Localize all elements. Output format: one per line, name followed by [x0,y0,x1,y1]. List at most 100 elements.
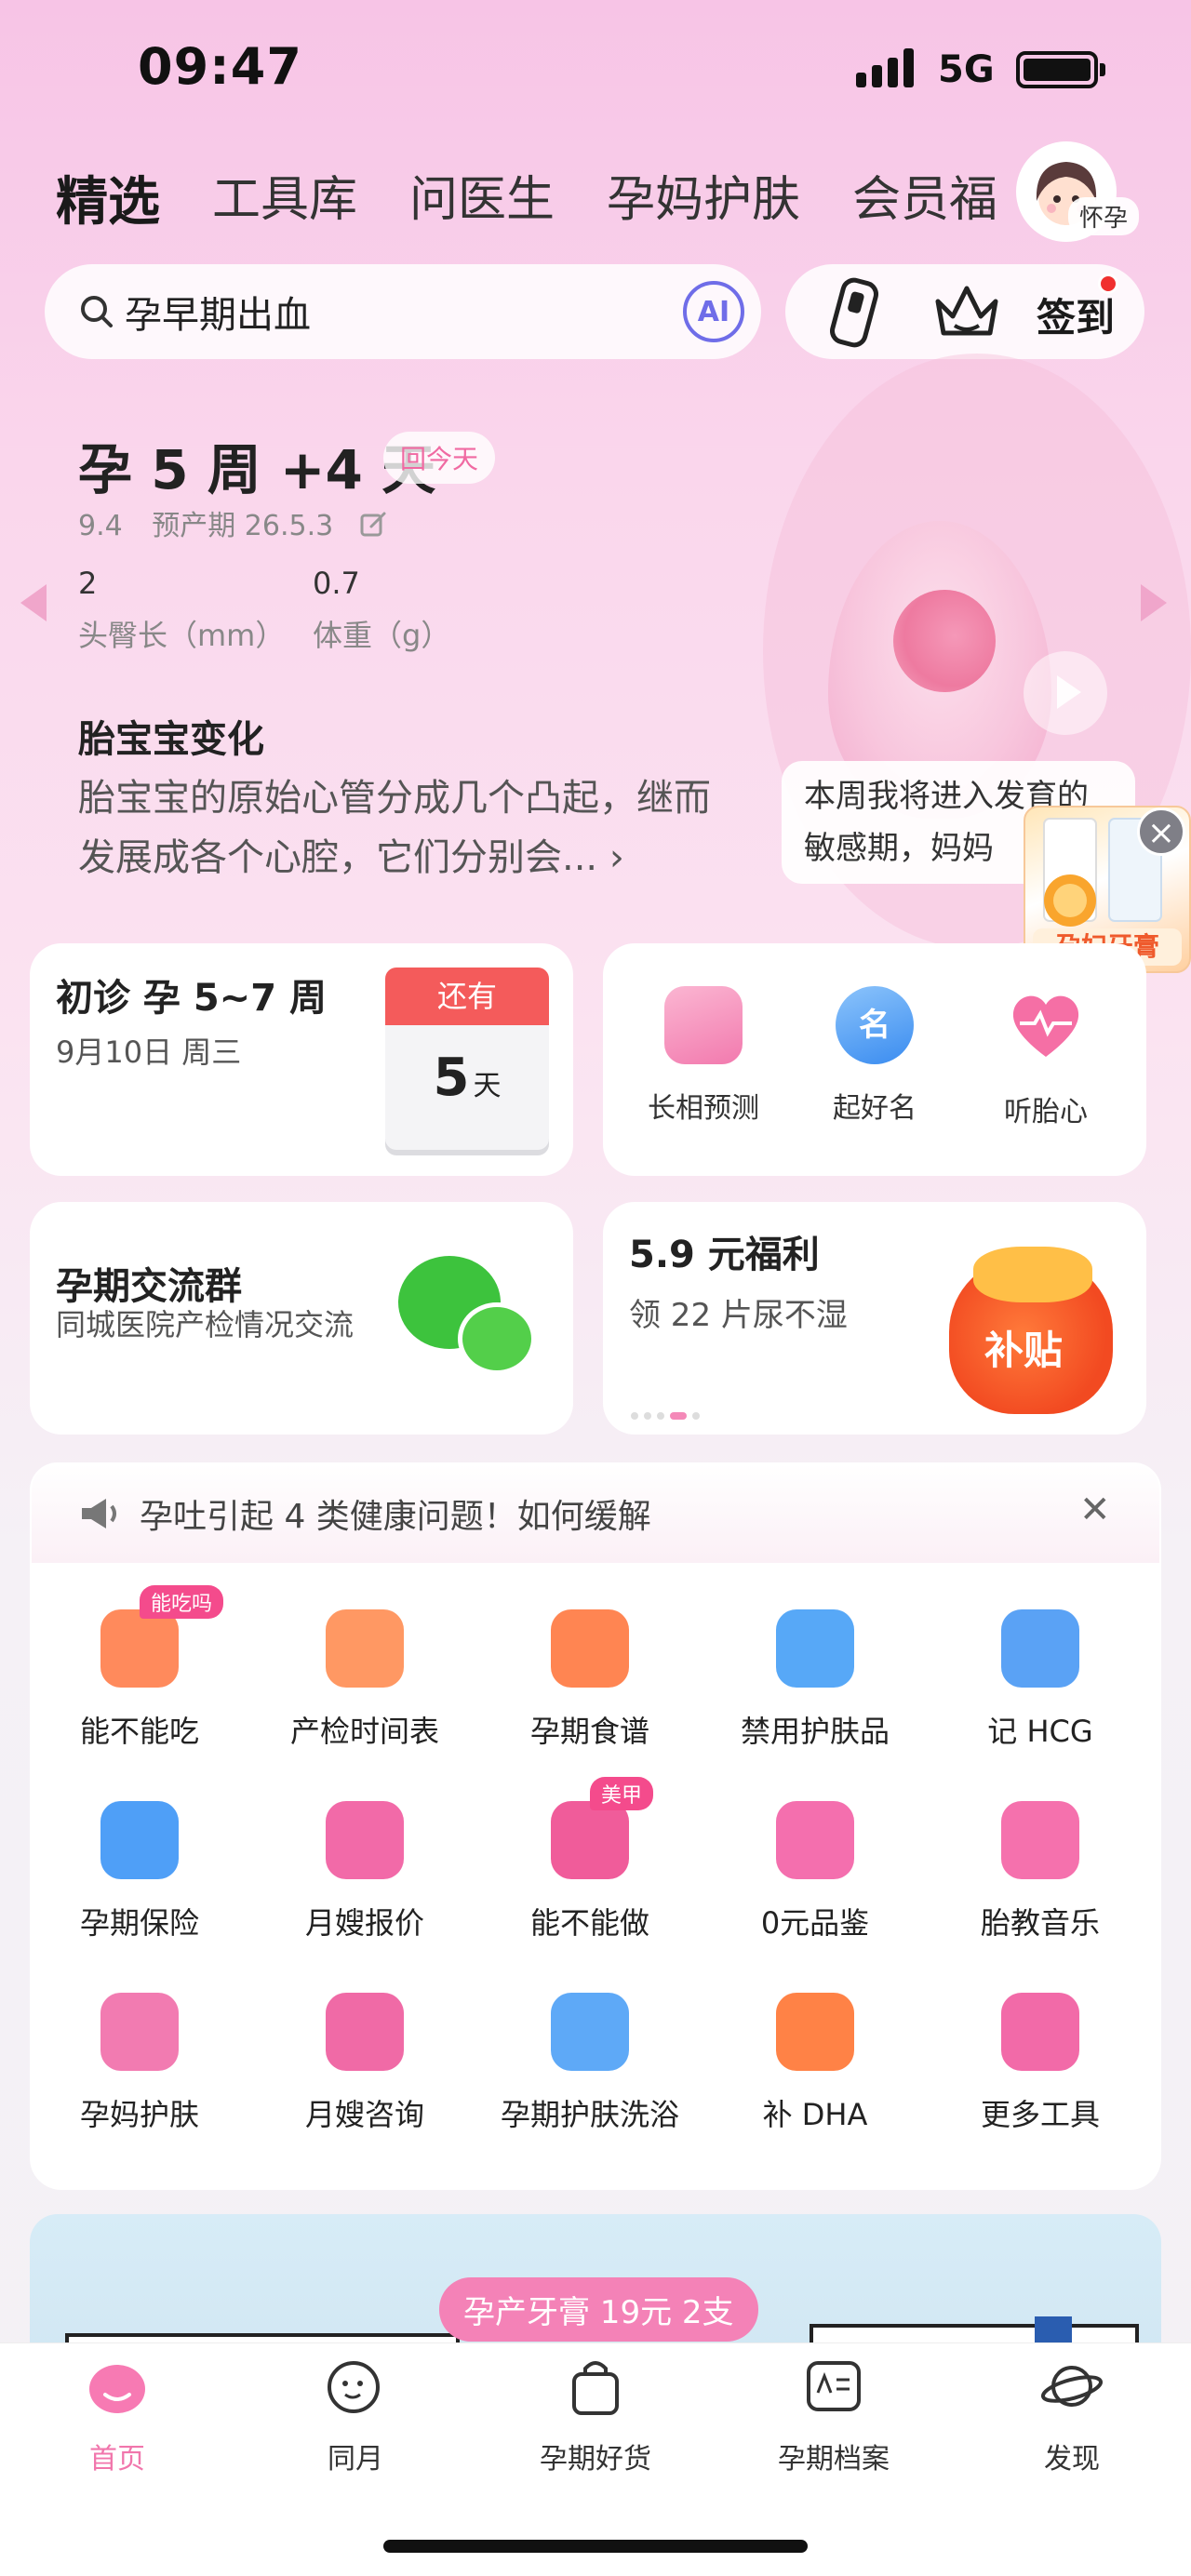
tool-item[interactable]: 孕期食谱 [488,1609,692,1751]
tool-item[interactable]: 禁用护肤品 [713,1609,917,1751]
banner-pill[interactable]: 孕产牙膏 19元 2支 [439,2277,758,2342]
due-date-row[interactable]: 9.4 预产期 26.5.3 [78,502,387,543]
battery-icon [1016,51,1098,88]
calendar-check-icon [326,1609,404,1688]
home-icon [89,2365,145,2413]
tool-item[interactable]: 产检时间表 [262,1609,467,1751]
checkin-button[interactable]: 签到 [1037,287,1115,343]
speaker-icon [82,1499,116,1528]
nail-polish-icon: 美甲 [551,1777,654,1879]
network-label: 5G [938,48,995,91]
tool-item[interactable]: 孕妈护肤 [37,1993,242,2134]
nav-archive[interactable]: 孕期档案 [741,2354,927,2476]
tool-item[interactable]: 能吃吗能不能吃 [37,1585,242,1751]
tool-item[interactable]: 孕期护肤洗浴 [488,1993,692,2134]
tool-label: 能不能吃 [79,1714,199,1749]
search-bar[interactable]: 孕早期出血 AI [45,264,761,359]
nav-goods[interactable]: 孕期好货 [502,2354,689,2476]
food-icon: 能吃吗 [100,1585,224,1688]
tool-item[interactable]: 孕期保险 [37,1801,242,1942]
tool-label: 能不能做 [529,1905,649,1941]
home-indicator [383,2540,808,2553]
tool-label: 月嫂咨询 [304,2097,424,2132]
back-today-button[interactable]: 回今天 [383,432,496,484]
search-placeholder: 孕早期出血 [125,294,311,337]
signal-icon [856,47,914,87]
nanny-chat-icon [326,1993,404,2071]
nav-same-month[interactable]: 同月 [262,2354,448,2476]
nav-label: 孕期档案 [778,2443,890,2476]
tool-item[interactable]: 记 HCG [938,1609,1143,1751]
profile-card-icon [807,2361,861,2411]
baby-change-text[interactable]: 胎宝宝的原始心管分成几个凸起，继而发展成各个心腔，它们分别会... › [78,768,711,888]
tool-tag: 美甲 [590,1777,654,1810]
fetal-doppler-icon[interactable] [828,277,880,348]
tool-item[interactable]: 补 DHA [713,1993,917,2134]
due-date: 预产期 26.5.3 [152,510,334,542]
welfare-title: 5.9 元福利 [629,1234,820,1276]
countdown-calendar: 还有 5天 [385,968,549,1150]
checkup-title: 初诊 孕 5~7 周 [56,977,327,1020]
nav-discover[interactable]: 发现 [979,2354,1165,2476]
tab-ask-doctor[interactable]: 问医生 [409,160,555,235]
embryo-icon [893,590,996,692]
notice-text: 孕吐引起 4 类健康问题！如何缓解 [140,1498,651,1536]
feature-naming[interactable]: 名 起好名 [791,986,958,1126]
checkup-date: 9月10日 周三 [56,1034,242,1070]
tab-tools[interactable]: 工具库 [212,160,357,235]
feature-face-predict[interactable]: 长相预测 [620,986,787,1126]
weight-label: 体重（g） [313,618,451,653]
music-note-icon [1001,1801,1079,1879]
tool-item[interactable]: 胎教音乐 [938,1801,1143,1942]
tool-label: 月嫂报价 [304,1905,424,1941]
baby-change-title: 胎宝宝变化 [78,718,264,761]
countdown-days: 5 [433,1048,470,1108]
tool-item[interactable]: 美甲能不能做 [488,1777,692,1942]
weight-value: 0.7 [313,566,360,601]
ai-button[interactable]: AI [683,281,744,342]
tool-label: 禁用护肤品 [740,1714,890,1749]
avatar-status-tag: 怀孕 [1068,197,1140,235]
prev-week-arrow[interactable] [20,584,47,621]
subsidy-badge: 补贴 [984,1328,1064,1373]
nav-label: 同月 [328,2443,383,2476]
tool-label: 更多工具 [980,2097,1100,2132]
next-week-arrow[interactable] [1141,584,1167,621]
tool-label: 胎教音乐 [980,1905,1100,1941]
play-video-button[interactable] [1024,651,1107,735]
crown-icon[interactable] [932,279,1001,344]
tool-tag: 能吃吗 [140,1585,224,1619]
pregnancy-week: 孕 5 周 +4 天 [78,438,436,501]
tool-item[interactable]: 月嫂咨询 [262,1993,467,2134]
tool-label: 产检时间表 [289,1714,439,1749]
tool-label: 补 DHA [762,2097,868,2132]
notice-bar[interactable]: 孕吐引起 4 类健康问题！如何缓解 [30,1462,1161,1565]
tool-item[interactable]: 月嫂报价 [262,1801,467,1942]
tool-label: 孕期食谱 [529,1714,649,1749]
top-tabs: 精选 工具库 问医生 孕妈护肤 会员福 [56,160,1005,235]
feature-heartbeat[interactable]: 听胎心 [962,986,1130,1129]
face-box-icon [664,986,743,1064]
feature-label: 长相预测 [648,1092,759,1125]
crown-badge-icon [776,1801,854,1879]
tool-label: 孕妈护肤 [79,2097,199,2132]
edit-icon[interactable] [359,511,387,539]
tool-item[interactable]: 0元品鉴 [713,1801,917,1942]
feature-label: 听胎心 [1004,1096,1088,1128]
close-notice-button[interactable]: ✕ [1079,1488,1111,1531]
tab-featured[interactable]: 精选 [56,160,160,235]
tab-skincare[interactable]: 孕妈护肤 [607,160,800,235]
notification-dot [1098,274,1118,294]
lotion-bottle-icon [776,1609,854,1688]
chevron-right-icon: › [609,836,624,879]
grid-more-icon [1001,1993,1079,2071]
tab-member[interactable]: 会员福 [852,160,997,235]
status-time: 09:47 [138,37,302,96]
nav-label: 孕期好货 [540,2443,651,2476]
close-promo-button[interactable]: × [1137,808,1185,856]
bag-coins [973,1247,1092,1302]
insurance-shield-icon [100,1801,179,1879]
nav-home[interactable]: 首页 [24,2354,210,2476]
smile-face-icon [328,2361,380,2413]
tool-item[interactable]: 更多工具 [938,1993,1143,2134]
